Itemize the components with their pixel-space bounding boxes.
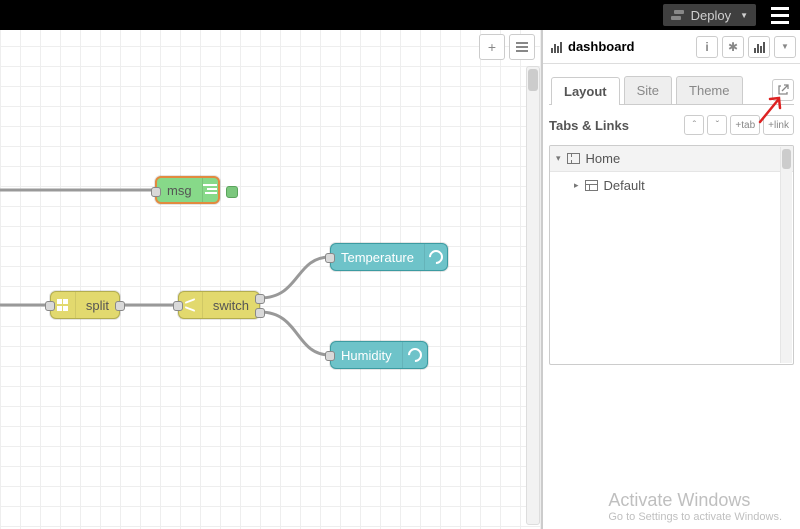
caret-down-icon: ▼ <box>740 11 748 20</box>
node-gauge-temperature[interactable]: Temperature <box>330 243 448 271</box>
top-bar: Deploy ▼ <box>0 0 800 30</box>
tab-theme[interactable]: Theme <box>676 76 742 104</box>
tabs-tree: ▾ Home ▸ Default <box>549 145 794 365</box>
tabs-links-header-row: Tabs & Links ˆ ˇ + tab + link <box>543 105 800 145</box>
debug-icon <box>202 178 218 202</box>
tree-tab-home[interactable]: ▾ Home <box>550 146 793 172</box>
sidebar-title-text: dashboard <box>568 39 634 54</box>
node-port-out-2[interactable] <box>255 308 265 318</box>
dashboard-panel-button[interactable] <box>748 36 770 58</box>
chevron-down-icon: ▾ <box>556 153 561 164</box>
tab-site[interactable]: Site <box>624 76 672 104</box>
node-gauge-humidity[interactable]: Humidity <box>330 341 428 369</box>
info-button[interactable]: i <box>696 36 718 58</box>
sidebar-title: dashboard <box>551 39 692 54</box>
node-label: switch <box>203 298 259 313</box>
node-status-dot <box>226 186 238 198</box>
sidebar-tabs: Layout Site Theme <box>543 64 800 104</box>
deploy-label: Deploy <box>691 8 731 23</box>
tree-label: Default <box>604 178 645 193</box>
node-port-out[interactable] <box>115 301 125 311</box>
node-switch[interactable]: switch <box>178 291 260 319</box>
node-port-in[interactable] <box>151 187 161 197</box>
section-header: Tabs & Links <box>549 118 681 133</box>
external-link-icon <box>777 84 789 96</box>
node-split[interactable]: split <box>50 291 120 319</box>
expand-all-button[interactable]: ˇ <box>707 115 727 135</box>
scrollbar-thumb[interactable] <box>782 149 791 169</box>
collapse-all-button[interactable]: ˆ <box>684 115 704 135</box>
tab-layout[interactable]: Layout <box>551 77 620 105</box>
debug-panel-button[interactable]: ✱ <box>722 36 744 58</box>
node-port-in[interactable] <box>325 351 335 361</box>
tree-group-default[interactable]: ▸ Default <box>550 172 793 198</box>
node-label: split <box>76 298 119 313</box>
sidebar: dashboard i ✱ ▼ Layout Site Theme Tabs &… <box>542 30 800 529</box>
node-label: Humidity <box>331 348 402 363</box>
node-debug-msg[interactable]: msg <box>155 176 220 204</box>
tab-icon <box>567 153 580 164</box>
wire-layer <box>0 30 541 529</box>
deploy-icon <box>671 10 685 20</box>
node-port-in[interactable] <box>173 301 183 311</box>
chevron-right-icon: ▸ <box>574 180 579 191</box>
node-port-in[interactable] <box>325 253 335 263</box>
deploy-button[interactable]: Deploy ▼ <box>663 4 756 26</box>
sidebar-header: dashboard i ✱ ▼ <box>543 30 800 64</box>
node-label: Temperature <box>331 250 424 265</box>
gauge-icon <box>402 342 427 368</box>
sidebar-dropdown-button[interactable]: ▼ <box>774 36 796 58</box>
open-dashboard-button[interactable] <box>772 79 794 101</box>
add-link-button[interactable]: + link <box>763 115 794 135</box>
tree-label: Home <box>586 151 621 166</box>
gauge-icon <box>424 244 447 270</box>
dashboard-icon <box>551 41 562 53</box>
node-port-out-1[interactable] <box>255 294 265 304</box>
add-tab-button[interactable]: + tab <box>730 115 760 135</box>
flow-canvas[interactable]: + msg split <box>0 30 542 529</box>
tree-scrollbar[interactable] <box>780 147 792 363</box>
node-label: msg <box>157 183 202 198</box>
group-icon <box>585 180 598 191</box>
menu-button[interactable] <box>766 4 794 26</box>
main-area: + msg split <box>0 30 800 529</box>
node-port-in[interactable] <box>45 301 55 311</box>
